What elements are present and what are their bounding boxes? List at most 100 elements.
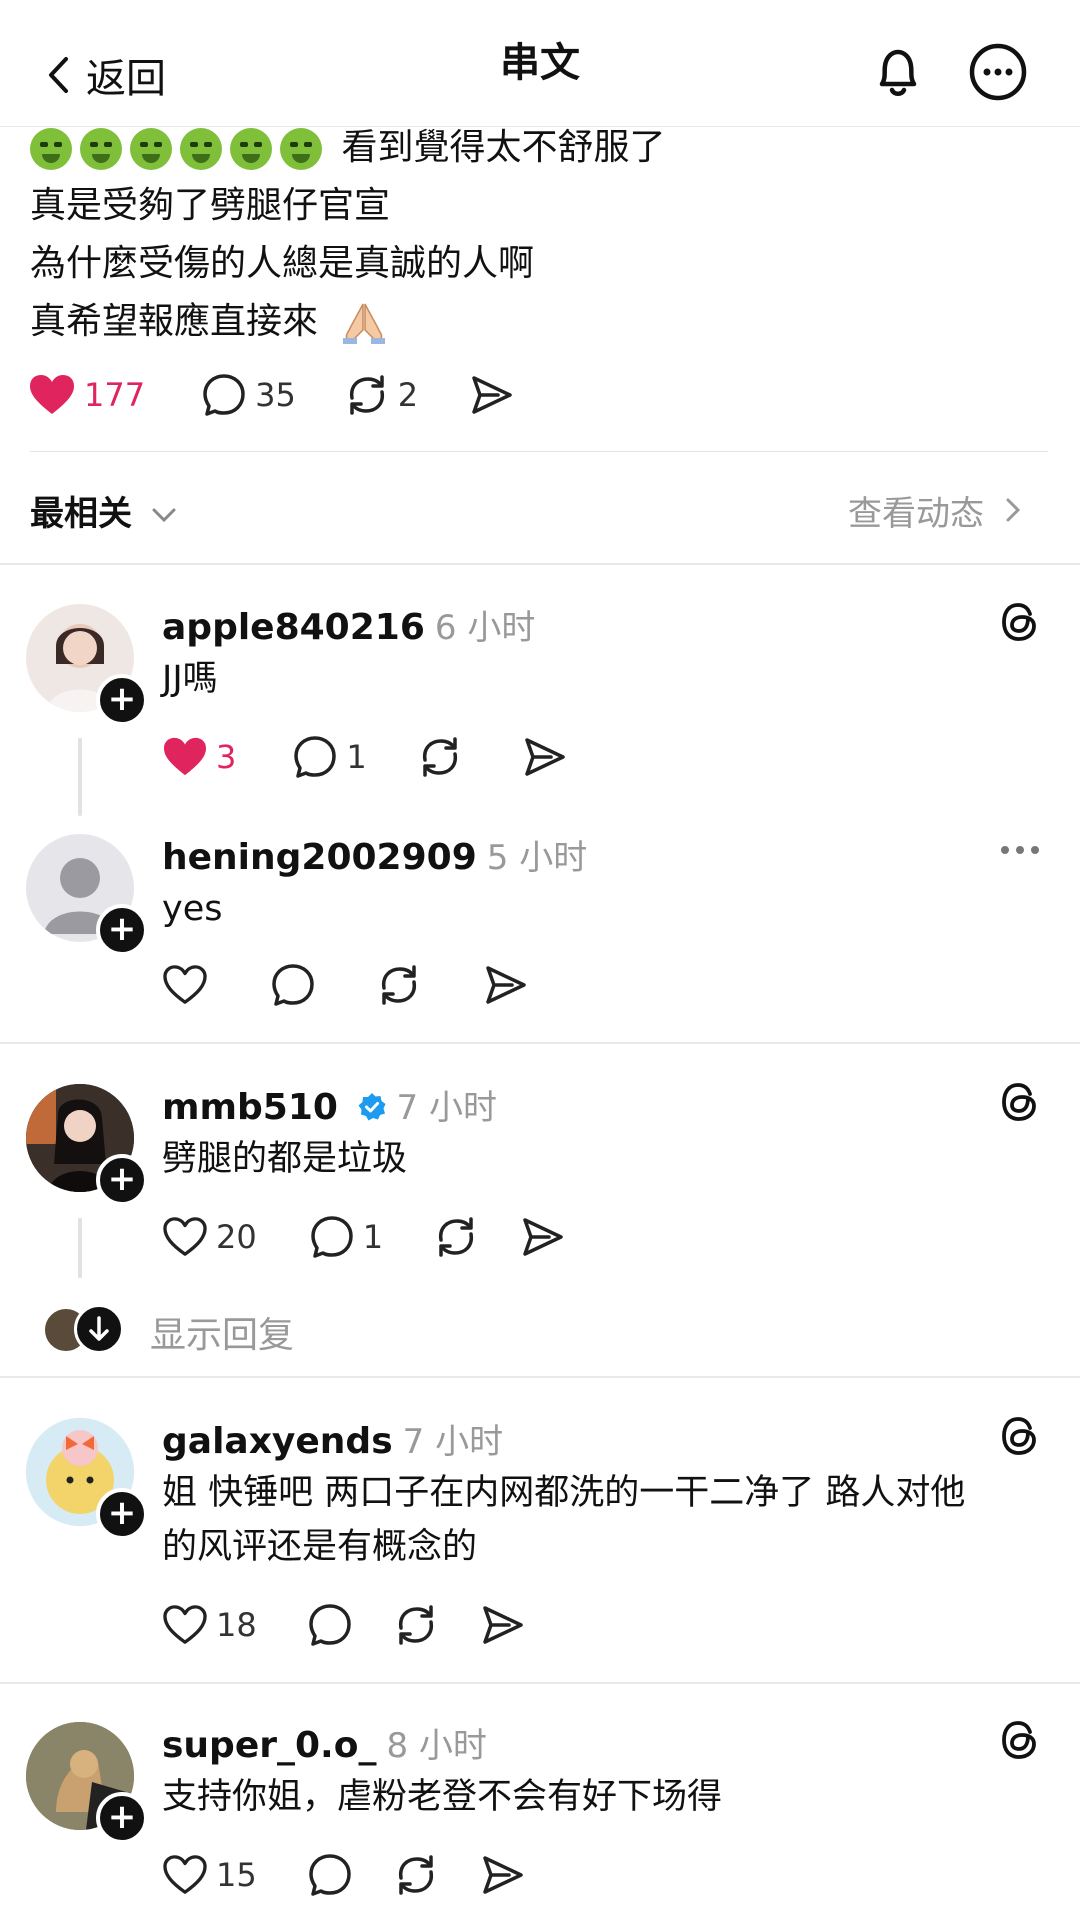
comment-1-header: apple840216 6 小时 xyxy=(162,600,535,649)
comment-3-actions: 20 1 xyxy=(162,1214,565,1260)
timestamp: 7 小时 xyxy=(402,1422,504,1462)
comment-4-actions: 18 xyxy=(162,1602,525,1648)
follow-plus-icon[interactable]: + xyxy=(96,1488,148,1540)
username[interactable]: apple840216 xyxy=(162,607,425,648)
username[interactable]: galaxyends xyxy=(162,1421,393,1462)
threads-logo-icon[interactable] xyxy=(1000,600,1040,644)
heart-outline-icon xyxy=(163,1605,207,1644)
like-count: 18 xyxy=(216,1606,257,1644)
heart-outline-icon xyxy=(163,965,207,1004)
repost-button[interactable] xyxy=(393,1602,439,1648)
repost-icon xyxy=(398,1855,433,1895)
send-icon xyxy=(482,1606,523,1644)
like-count: 3 xyxy=(216,738,237,776)
comment-button[interactable]: 1 xyxy=(292,734,367,780)
repost-count: 2 xyxy=(397,376,419,414)
comment-4-header: galaxyends 7 小时 xyxy=(162,1414,503,1463)
comment-icon xyxy=(310,1216,353,1258)
threads-logo-icon[interactable] xyxy=(1000,1080,1040,1124)
repost-button[interactable] xyxy=(433,1214,479,1260)
comment-1-actions: 3 1 xyxy=(162,734,567,780)
repost-button[interactable]: 2 xyxy=(344,372,418,418)
repost-button[interactable] xyxy=(376,962,422,1008)
comment-5-header: super_0.o_ 8 小时 xyxy=(162,1718,487,1767)
post-text-line-4: 真希望報應直接來 xyxy=(30,301,319,342)
more-options-icon[interactable] xyxy=(968,42,1028,102)
heart-outline-icon xyxy=(163,1855,207,1894)
verified-badge-icon xyxy=(358,1093,385,1121)
comment-text-line-2: 的风评还是有概念的 xyxy=(162,1527,478,1567)
section-divider xyxy=(0,563,1080,565)
follow-plus-icon[interactable]: + xyxy=(96,1792,148,1844)
comment-button[interactable]: 1 xyxy=(309,1214,383,1260)
more-options-icon[interactable] xyxy=(998,840,1042,860)
like-button[interactable]: 177 xyxy=(28,373,145,417)
thread-line xyxy=(78,738,82,816)
section-divider xyxy=(0,1682,1080,1684)
username[interactable]: mmb510 xyxy=(162,1087,338,1128)
comment-button[interactable] xyxy=(307,1852,353,1898)
repost-icon xyxy=(422,737,457,777)
follow-plus-icon[interactable]: + xyxy=(96,674,148,726)
heart-outline-icon xyxy=(163,1217,207,1256)
send-icon xyxy=(482,1856,523,1894)
activity-label: 查看动态 xyxy=(848,494,984,534)
folded-hands-emoji-icon xyxy=(343,303,386,344)
comment-text-line-1: 姐 快锤吧 两口子在内网都洗的一干二净了 路人对他 xyxy=(162,1473,966,1513)
timestamp: 5 小时 xyxy=(486,838,588,878)
comment-icon xyxy=(203,374,245,416)
heart-filled-icon xyxy=(30,375,74,414)
follow-plus-icon[interactable]: + xyxy=(96,904,148,956)
bell-icon[interactable] xyxy=(868,42,928,102)
repost-button[interactable] xyxy=(393,1852,439,1898)
sort-dropdown[interactable]: 最相关 xyxy=(30,486,178,535)
username[interactable]: super_0.o_ xyxy=(162,1725,376,1766)
section-divider xyxy=(0,1042,1080,1044)
share-button[interactable] xyxy=(519,1214,565,1260)
comment-3-header: mmb510 7 小时 xyxy=(162,1080,497,1129)
username[interactable]: hening2002909 xyxy=(162,837,477,878)
send-icon xyxy=(472,376,512,414)
repost-icon xyxy=(349,375,384,415)
like-button[interactable]: 18 xyxy=(162,1604,257,1646)
share-button[interactable] xyxy=(479,1852,525,1898)
reply-count: 1 xyxy=(362,1218,384,1256)
like-button[interactable] xyxy=(162,964,208,1006)
arrow-down-icon[interactable] xyxy=(74,1304,124,1354)
like-count: 20 xyxy=(216,1218,257,1256)
comment-2-actions xyxy=(162,962,528,1008)
like-button[interactable]: 3 xyxy=(162,736,236,778)
threads-logo-icon[interactable] xyxy=(1000,1718,1040,1762)
share-button[interactable] xyxy=(468,372,514,418)
send-icon xyxy=(486,966,526,1004)
comment-button[interactable] xyxy=(270,962,316,1008)
like-button[interactable]: 15 xyxy=(162,1854,257,1896)
section-divider xyxy=(0,1376,1080,1378)
nauseated-emoji-icon xyxy=(30,127,330,170)
like-count: 15 xyxy=(216,1856,257,1894)
thread-line xyxy=(78,1218,82,1278)
share-button[interactable] xyxy=(479,1602,525,1648)
comment-count: 35 xyxy=(255,376,296,414)
show-replies-button[interactable]: 显示回复 xyxy=(150,1306,294,1358)
follow-plus-icon[interactable]: + xyxy=(96,1154,148,1206)
comment-button[interactable]: 35 xyxy=(201,372,296,418)
repost-button[interactable] xyxy=(417,734,463,780)
sort-label: 最相关 xyxy=(30,494,132,534)
comment-icon xyxy=(294,736,337,778)
comment-text: 劈腿的都是垃圾 xyxy=(162,1139,408,1179)
view-activity-link[interactable]: 查看动态 xyxy=(848,486,1023,535)
post-text-line-1: 看到覺得太不舒服了 xyxy=(341,127,666,168)
like-button[interactable]: 20 xyxy=(162,1216,257,1258)
share-button[interactable] xyxy=(521,734,567,780)
share-button[interactable] xyxy=(482,962,528,1008)
comment-icon xyxy=(308,1604,351,1646)
chevron-right-icon xyxy=(1006,498,1020,522)
comment-button[interactable] xyxy=(307,1602,353,1648)
chevron-down-icon xyxy=(152,508,176,523)
comment-text: yes xyxy=(162,889,223,929)
reply-count: 1 xyxy=(346,738,367,776)
threads-logo-icon[interactable] xyxy=(1000,1414,1040,1458)
comment-5-actions: 15 xyxy=(162,1852,525,1898)
like-count: 177 xyxy=(84,376,146,414)
